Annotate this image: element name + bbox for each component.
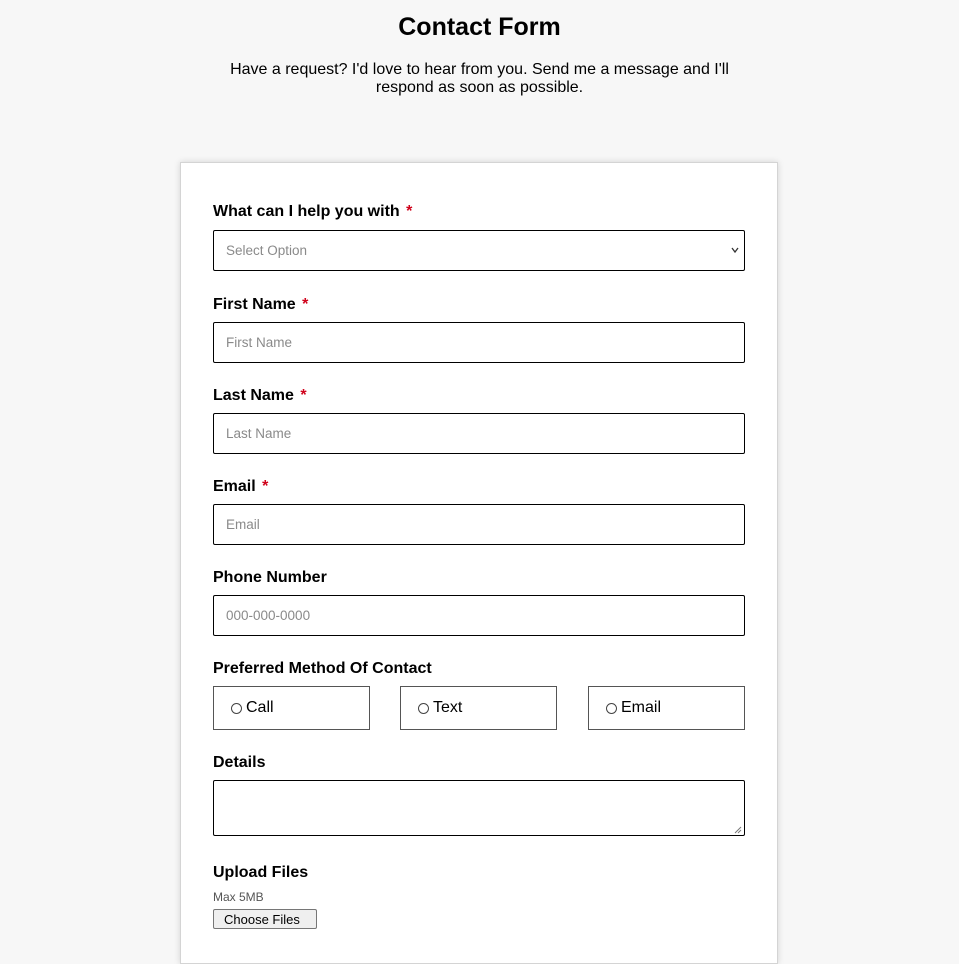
help-with-label-text: What can I help you with <box>213 203 400 220</box>
phone-placeholder: 000-000-0000 <box>226 608 311 623</box>
phone-input[interactable]: 000-000-0000 <box>213 595 745 636</box>
details-label-text: Details <box>213 754 266 771</box>
last-name-placeholder: Last Name <box>226 426 292 441</box>
first-name-input[interactable]: First Name <box>213 322 745 363</box>
choose-files-button[interactable]: Choose Files <box>213 909 317 929</box>
first-name-placeholder: First Name <box>226 335 293 350</box>
contact-option-label: Call <box>246 699 274 716</box>
chevron-down-icon <box>731 247 739 254</box>
contact-option-label: Email <box>621 699 662 716</box>
required-asterisk: * <box>300 387 307 404</box>
email-label: Email * <box>213 477 268 497</box>
required-asterisk: * <box>262 478 269 495</box>
first-name-label-text: First Name <box>213 296 296 313</box>
upload-label: Upload Files <box>213 863 308 883</box>
contact-form-card: What can I help you with * Select Option… <box>180 162 778 964</box>
required-asterisk: * <box>302 296 309 313</box>
help-with-select-value: Select Option <box>226 243 308 258</box>
email-label-text: Email <box>213 478 256 495</box>
upload-label-text: Upload Files <box>213 864 309 881</box>
upload-size-note: Max 5MB <box>213 890 264 904</box>
contact-option-call[interactable]: Call <box>213 686 370 730</box>
contact-option-label: Text <box>433 699 463 716</box>
page-title: Contact Form <box>398 13 561 41</box>
phone-label-text: Phone Number <box>213 569 327 586</box>
page-subtitle: Have a request? I'd love to hear from yo… <box>230 61 729 96</box>
resize-handle-icon[interactable] <box>734 826 742 834</box>
radio-button[interactable] <box>418 703 429 714</box>
last-name-label: Last Name * <box>213 386 307 406</box>
first-name-label: First Name * <box>213 295 308 315</box>
details-textarea[interactable] <box>213 780 745 836</box>
radio-button[interactable] <box>606 703 617 714</box>
radio-button[interactable] <box>231 703 242 714</box>
last-name-label-text: Last Name <box>213 387 294 404</box>
contact-option-email[interactable]: Email <box>588 686 745 730</box>
help-with-label: What can I help you with * <box>213 202 412 222</box>
contact-method-label-text: Preferred Method Of Contact <box>213 660 432 677</box>
email-input[interactable]: Email <box>213 504 745 545</box>
contact-method-label: Preferred Method Of Contact <box>213 659 432 679</box>
help-with-select[interactable]: Select Option <box>213 230 745 271</box>
contact-option-text[interactable]: Text <box>400 686 557 730</box>
required-asterisk: * <box>406 203 413 220</box>
email-placeholder: Email <box>226 517 260 532</box>
last-name-input[interactable]: Last Name <box>213 413 745 454</box>
phone-label: Phone Number <box>213 568 327 588</box>
details-label: Details <box>213 753 265 773</box>
